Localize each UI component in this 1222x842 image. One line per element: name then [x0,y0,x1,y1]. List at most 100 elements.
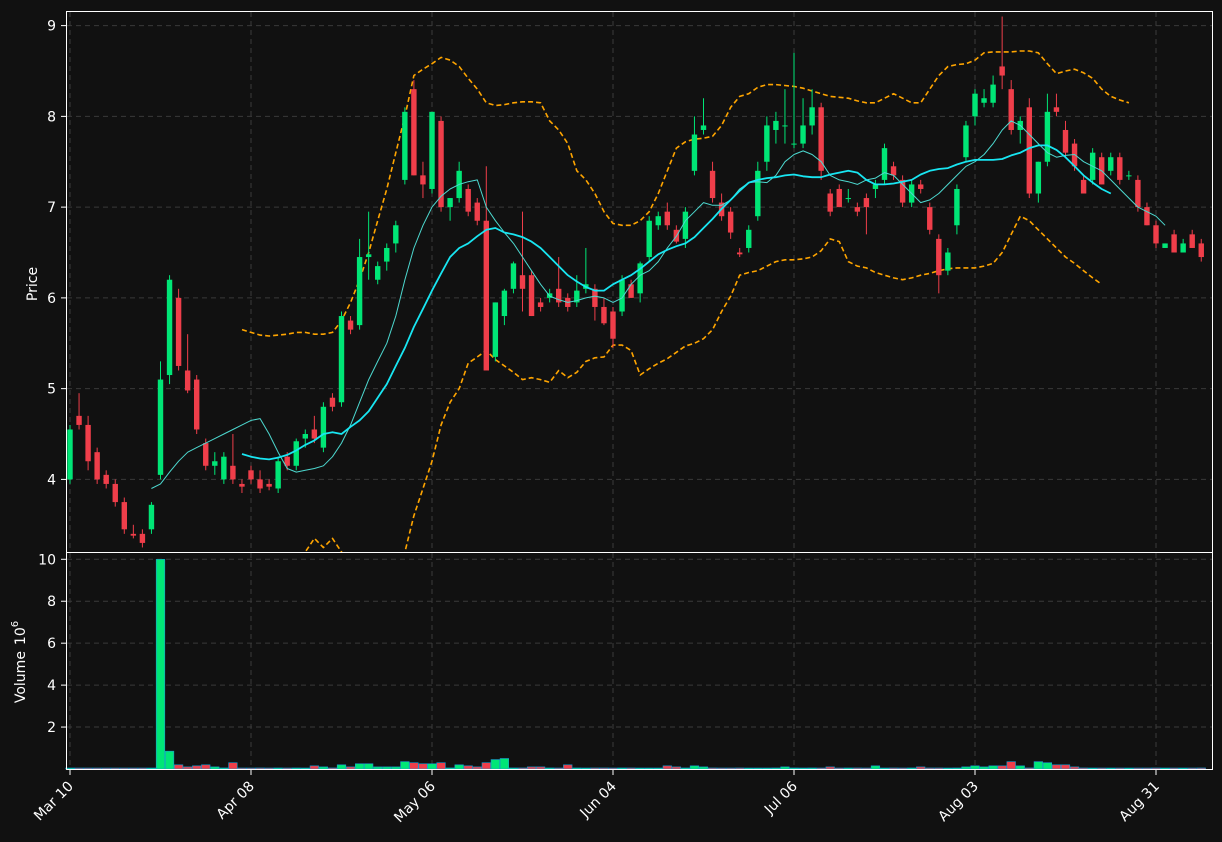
candle-down [519,275,526,289]
volume-bar [255,767,265,770]
volume-bar [481,762,491,770]
volume-bar [137,767,148,770]
candle-down [537,302,544,307]
volume-bar [798,767,808,770]
candle-up [356,257,363,326]
volume-bar [409,762,419,770]
candle-down [664,211,670,226]
volume-bar [219,767,229,770]
volume-bar [174,764,184,770]
candle-down [1189,234,1195,248]
candle-up [384,247,390,262]
volume-bar [1006,761,1016,770]
volume-bar [879,767,890,770]
volume-bar [535,766,546,770]
price-axis-label: Price [25,267,41,301]
volume-bar [970,765,980,770]
candlestick-chart: 456789 Price 246810 Volume106 Mar 10 Apr … [0,0,1222,842]
volume-bar [164,750,175,770]
volume-bar [345,766,356,770]
volume-bar [563,764,573,770]
volume-bar [934,767,944,770]
volume-bar [716,767,727,770]
candle-up [375,266,381,280]
volume-bar [771,767,781,770]
volume-bar [1015,765,1025,770]
volume-bar [780,766,790,770]
candle-down [601,306,607,324]
candle-down [1053,107,1060,112]
candle-down [737,252,743,255]
volume-bar [499,758,510,770]
volume-bar [1187,767,1197,770]
candle-down [184,370,191,391]
volume-bar [83,767,93,770]
candle-down [76,415,82,425]
candle-up [972,93,978,117]
volume-bar [698,766,709,770]
volume-bar [382,766,392,770]
volume-bar [671,766,681,770]
candle-down [1135,179,1141,208]
candle-up [963,125,969,158]
volume-bar [608,767,618,770]
volume-bar [635,767,645,770]
volume-bar [526,766,537,770]
volume-bar [1051,764,1062,770]
candle-down [592,288,598,307]
volume-bar [852,767,862,770]
volume-bar [128,767,138,770]
volume-bar [472,766,482,770]
candle-down [347,320,354,330]
volume-bar [653,767,663,770]
volume-bar [807,767,817,770]
volume-bar [210,766,220,770]
candle-down [203,443,209,466]
candle-down [175,297,182,366]
volume-bar [1115,767,1125,770]
candle-down [1026,107,1032,194]
candle-up [682,211,689,239]
volume-bar [1024,767,1034,770]
candle-down [1171,234,1177,253]
volume-bar [291,767,301,770]
volume-bar [870,765,881,770]
candle-down [85,424,91,462]
volume-bar [300,767,310,770]
volume-bar [888,767,899,770]
volume-bar [327,767,338,770]
volume-bar [907,767,917,770]
candle-down [121,502,127,530]
candle-up [393,225,399,244]
candle-up [293,441,299,466]
candle-down [266,483,272,487]
volume-bar [581,767,591,770]
volume-bar [1079,767,1089,770]
candle-up [1044,111,1051,162]
candle-down [936,238,942,276]
volume-bar [201,764,211,770]
candle-down [411,89,417,176]
candle-up [791,143,797,145]
chart-background [0,0,1222,842]
candle-down [1153,225,1159,244]
volume-bar [825,766,835,770]
volume-bar [74,767,84,770]
volume-bar [309,765,319,770]
candle-down [112,483,118,503]
volume-bar [1142,767,1152,770]
volume-bar [373,766,383,770]
volume-bar [1151,767,1161,770]
candle-down [465,188,471,212]
volume-bar [897,767,908,770]
candle-down [727,211,734,233]
volume-bar [445,767,455,770]
volume-bar [789,767,799,770]
volume-bar [816,767,826,770]
price-y-tick-label: 9 [47,19,56,35]
volume-bar [400,761,410,770]
volume-bar [1160,767,1170,770]
candle-down [918,184,924,189]
volume-bar [183,766,193,770]
volume-bar [997,765,1007,770]
